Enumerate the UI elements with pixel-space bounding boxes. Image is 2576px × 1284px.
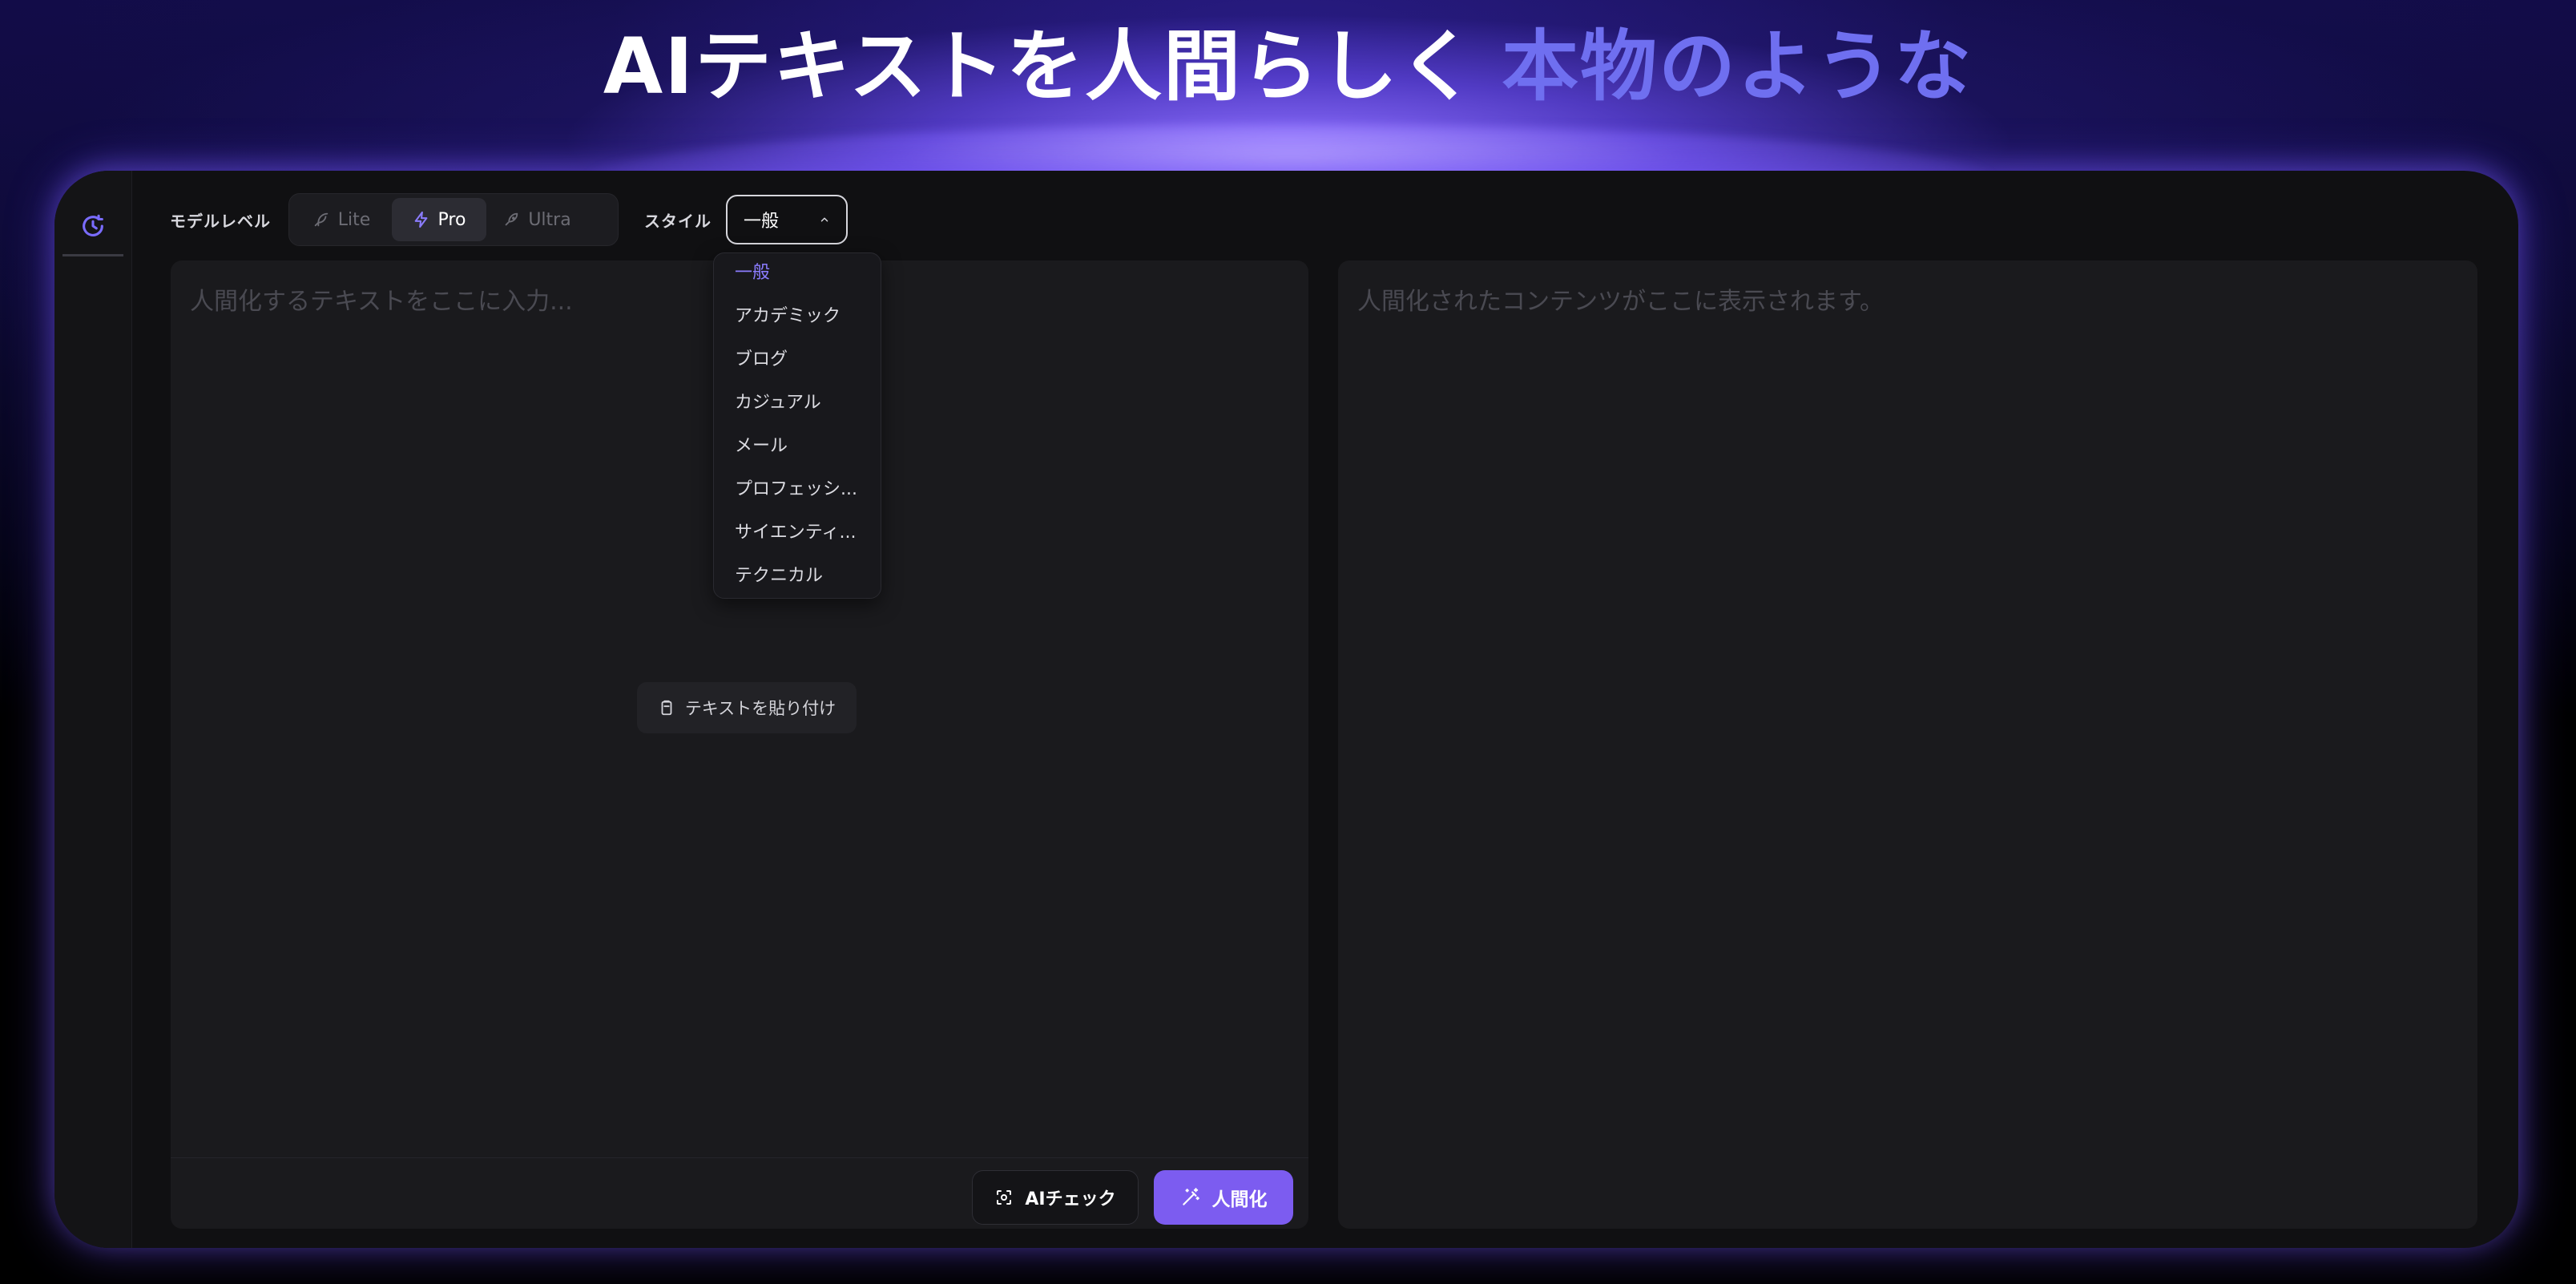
humanizer-card: モデルレベル Lite Pro Ultra スタイル 一般 一般 アカデミック … bbox=[54, 171, 2518, 1248]
output-panel: 人間化されたコンテンツがここに表示されます。 bbox=[1338, 260, 2477, 1229]
style-option-professional[interactable]: プロフェッシ... bbox=[714, 478, 881, 521]
lightning-icon bbox=[413, 211, 430, 228]
hero-title: AIテキストを人間らしく 本物のような bbox=[0, 14, 2576, 119]
style-option-blog[interactable]: ブログ bbox=[714, 348, 881, 391]
style-dropdown: 一般 アカデミック ブログ カジュアル メール プロフェッシ... サイエンティ… bbox=[713, 252, 881, 599]
style-option-scientific[interactable]: サイエンティ... bbox=[714, 521, 881, 564]
style-label: スタイル bbox=[644, 211, 712, 231]
input-textarea[interactable]: 人間化するテキストをここに入力... bbox=[190, 281, 573, 317]
paste-text-label: テキストを貼り付け bbox=[684, 699, 836, 718]
history-icon bbox=[79, 212, 107, 240]
output-area[interactable]: 人間化されたコンテンツがここに表示されます。 bbox=[1357, 281, 1884, 317]
model-level-label: モデルレベル bbox=[170, 211, 271, 231]
model-lite-label: Lite bbox=[337, 209, 371, 230]
model-ultra-button[interactable]: Ultra bbox=[490, 198, 584, 241]
input-footer-divider bbox=[171, 1157, 1308, 1158]
feather-icon bbox=[312, 211, 330, 228]
style-select-value: 一般 bbox=[744, 212, 780, 232]
style-option-casual[interactable]: カジュアル bbox=[714, 391, 881, 434]
hero-title-white: AIテキストを人間らしく bbox=[603, 22, 1478, 111]
scan-icon bbox=[994, 1188, 1014, 1207]
style-option-academic[interactable]: アカデミック bbox=[714, 305, 881, 348]
humanize-label: 人間化 bbox=[1211, 1189, 1268, 1210]
magic-wand-icon bbox=[1180, 1187, 1201, 1208]
model-lite-button[interactable]: Lite bbox=[294, 198, 389, 241]
clipboard-icon bbox=[658, 699, 675, 717]
model-pro-button[interactable]: Pro bbox=[392, 198, 486, 241]
model-ultra-label: Ultra bbox=[528, 209, 571, 230]
ai-check-label: AIチェック bbox=[1025, 1189, 1116, 1209]
ai-check-button[interactable]: AIチェック bbox=[972, 1170, 1139, 1225]
paste-text-button[interactable]: テキストを貼り付け bbox=[637, 682, 857, 733]
style-option-email[interactable]: メール bbox=[714, 434, 881, 478]
style-option-general[interactable]: 一般 bbox=[714, 261, 881, 305]
humanize-button[interactable]: 人間化 bbox=[1154, 1170, 1293, 1225]
style-select[interactable]: 一般 bbox=[726, 195, 848, 244]
rocket-icon bbox=[502, 211, 520, 228]
toolbar: モデルレベル Lite Pro Ultra スタイル 一般 bbox=[170, 193, 848, 246]
model-pro-label: Pro bbox=[437, 209, 466, 230]
model-level-selector: Lite Pro Ultra bbox=[288, 193, 619, 246]
history-button[interactable] bbox=[62, 198, 123, 256]
chevron-up-icon bbox=[819, 214, 830, 225]
sidebar bbox=[54, 171, 132, 1248]
hero-title-accent: 本物のような bbox=[1502, 22, 1973, 111]
style-option-technical[interactable]: テクニカル bbox=[714, 564, 881, 608]
